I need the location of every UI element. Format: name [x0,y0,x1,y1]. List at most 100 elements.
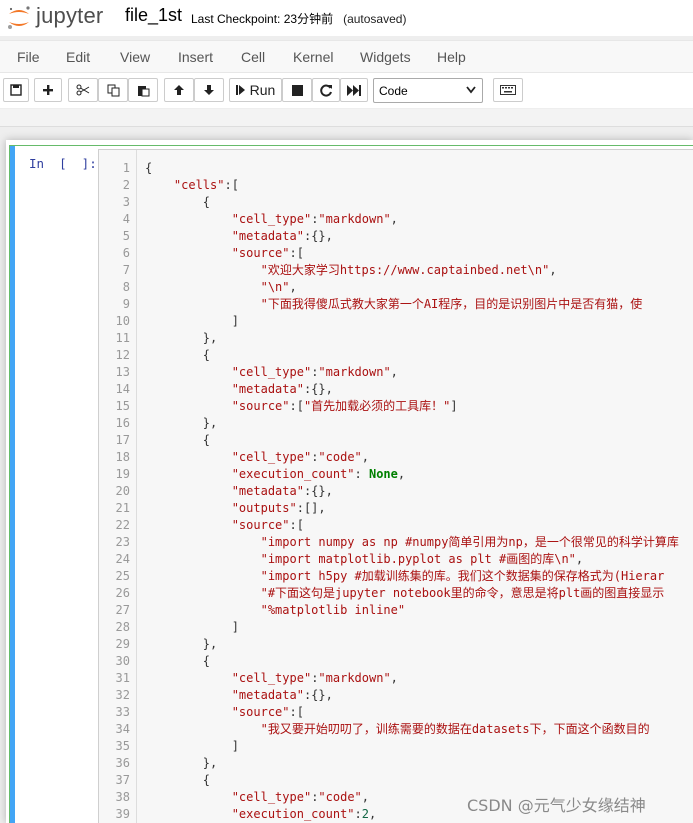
menu-cell[interactable]: Cell [241,49,265,65]
code-line[interactable]: "我又要开始叨叨了，训练需要的数据在datasets下，下面这个函数目的 [145,721,650,738]
code-line[interactable]: }, [145,755,217,772]
code-editor[interactable]: 1 2 3 4 5 6 7 8 9 10 11 12 13 14 15 16 17 18 19 20 21 22 23 24 2… [98,149,693,823]
interrupt-button[interactable] [282,78,312,102]
menu-help[interactable]: Help [437,49,466,65]
cell-type-select[interactable]: Code [373,78,483,103]
jupyter-logo[interactable]: jupyter [6,3,116,30]
line-number: 13 [115,365,130,379]
code-line[interactable]: "cell_type":"markdown", [145,211,398,228]
code-line[interactable]: "cell_type":"code", [145,449,369,466]
code-line[interactable]: "import h5py #加载训练集的库。我们这个数据集的保存格式为(Hier… [145,568,665,585]
code-line[interactable]: "metadata":{}, [145,483,333,500]
code-line[interactable]: { [145,772,210,789]
line-number: 28 [115,620,130,634]
cut-icon [76,84,90,96]
restart-button[interactable] [312,78,340,102]
line-number: 14 [115,382,130,396]
save-button[interactable] [3,78,29,102]
line-number: 36 [115,756,130,770]
code-line[interactable]: "source":[ [145,245,304,262]
code-line[interactable]: ] [145,313,239,330]
copy-button[interactable] [98,78,128,102]
command-palette-button[interactable] [493,78,523,102]
line-number: 29 [115,637,130,651]
code-line[interactable]: "outputs":[], [145,500,326,517]
code-line[interactable]: }, [145,330,217,347]
code-line[interactable]: "%matplotlib inline" [145,602,406,619]
jupyter-notebook-window: jupyter file_1st Last Checkpoint: 23分钟前 (… [0,0,693,823]
menu-file[interactable]: File [17,49,40,65]
line-number: 9 [122,297,130,311]
watermark: CSDN @元气少女缘结神 [467,796,646,815]
arrow-down-icon [204,85,214,95]
code-line[interactable]: "metadata":{}, [145,381,333,398]
line-number: 25 [115,569,130,583]
line-number: 20 [115,484,130,498]
menu-edit[interactable]: Edit [66,49,90,65]
code-line[interactable]: "cell_type":"markdown", [145,670,398,687]
code-line[interactable]: ] [145,619,239,636]
code-cell[interactable]: In [ ]: 1 2 3 4 5 6 7 8 9 10 11 12 13 14 15 16 17 18 19 20 2… [9,145,693,823]
line-number: 22 [115,518,130,532]
cell-type-value: Code [379,83,408,98]
menubar: File Edit View Insert Cell Kernel Widget… [0,40,693,73]
code-line[interactable]: "cells":[ [145,177,239,194]
menu-insert[interactable]: Insert [178,49,213,65]
line-number: 26 [115,586,130,600]
restart-run-all-button[interactable] [340,78,368,102]
line-number: 34 [115,722,130,736]
menu-kernel[interactable]: Kernel [293,49,333,65]
code-line[interactable]: }, [145,636,217,653]
code-line[interactable]: "import matplotlib.pyplot as plt #画图的库\n… [145,551,584,568]
stop-icon [291,84,303,96]
code-line[interactable]: }, [145,415,217,432]
insert-cell-button[interactable] [34,78,62,102]
code-line[interactable]: "import numpy as np #numpy简单引用为np，是一个很常见… [145,534,679,551]
code-line[interactable]: "source":[ [145,704,304,721]
notebook-name[interactable]: file_1st [125,5,182,26]
code-line[interactable]: "source":["首先加载必须的工具库！"] [145,398,458,415]
selected-cell-indicator [10,146,15,823]
code-line[interactable]: "#下面这句是jupyter notebook里的命令，意思是将plt画的图直接… [145,585,665,602]
line-number: 2 [122,178,130,192]
code-line[interactable]: { [145,160,152,177]
code-line[interactable]: "cell_type":"markdown", [145,364,398,381]
code-line[interactable]: "metadata":{}, [145,687,333,704]
line-number: 7 [122,263,130,277]
menu-view[interactable]: View [120,49,150,65]
fast-forward-icon [347,84,361,96]
code-line[interactable]: "cell_type":"code", [145,789,369,806]
line-number: 33 [115,705,130,719]
header: jupyter file_1st Last Checkpoint: 23分钟前 (… [0,0,693,36]
paste-button[interactable] [128,78,158,102]
line-number: 1 [122,161,130,175]
line-number: 19 [115,467,130,481]
menu-widgets[interactable]: Widgets [360,49,411,65]
code-line[interactable]: "execution_count": None, [145,466,405,483]
code-line[interactable]: "欢迎大家学习https://www.captainbed.net\n", [145,262,557,279]
line-number: 31 [115,671,130,685]
line-number: 21 [115,501,130,515]
code-line[interactable]: "下面我得傻瓜式教大家第一个AI程序，目的是识别图片中是否有猫，使 [145,296,643,313]
code-line[interactable]: { [145,347,210,364]
run-button[interactable]: Run [229,78,282,102]
header-divider [0,109,693,127]
line-number: 11 [115,331,130,345]
code-line[interactable]: "source":[ [145,517,304,534]
code-line[interactable]: { [145,653,210,670]
chevron-down-icon [466,86,476,94]
move-down-button[interactable] [194,78,224,102]
move-up-button[interactable] [164,78,194,102]
code-line[interactable]: { [145,194,210,211]
line-number-gutter: 1 2 3 4 5 6 7 8 9 10 11 12 13 14 15 16 17 18 19 20 21 22 23 24 2… [99,150,137,823]
code-line[interactable]: "\n", [145,279,297,296]
cut-button[interactable] [68,78,98,102]
code-line[interactable]: ] [145,738,239,755]
line-number: 15 [115,399,130,413]
code-line[interactable]: "metadata":{}, [145,228,333,245]
line-number: 38 [115,790,130,804]
code-line[interactable]: { [145,432,210,449]
code-line[interactable]: "execution_count":2, [145,806,377,823]
line-number: 4 [122,212,130,226]
line-number: 6 [122,246,130,260]
